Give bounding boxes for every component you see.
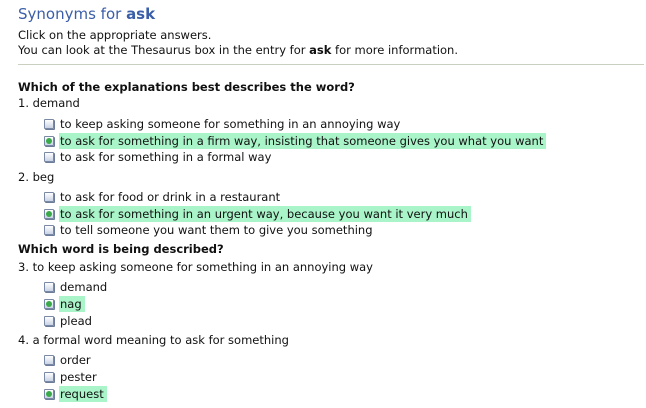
answer-option[interactable]: demand [44,279,110,295]
answer-option-label[interactable]: to ask for something in a firm way, insi… [59,133,547,149]
checkbox-unchecked-icon[interactable] [44,316,54,326]
answer-option-label[interactable]: request [59,386,107,402]
instruction-text: Click on the appropriate answers. [18,28,212,42]
answer-option[interactable]: request [44,386,107,402]
checkbox-unchecked-icon[interactable] [44,152,54,162]
checkbox-checked-icon[interactable] [44,299,54,309]
checkbox-unchecked-icon[interactable] [44,372,54,382]
info-prefix: You can look at the Thesaurus box in the… [18,43,310,57]
answer-option[interactable]: to ask for food or drink in a restaurant [44,189,283,205]
answer-option[interactable]: pester [44,369,100,385]
info-suffix: for more information. [331,43,459,57]
answer-option-label[interactable]: demand [59,279,110,295]
answer-option[interactable]: nag [44,296,85,312]
section-heading-explanations: Which of the explanations best describes… [18,80,355,94]
question-prompt-1: 1. demand [18,96,80,110]
checkbox-unchecked-icon[interactable] [44,225,54,235]
answer-option-label[interactable]: to keep asking someone for something in … [59,116,403,132]
question-prompt-3: 3. to keep asking someone for something … [18,260,373,274]
answer-option-label[interactable]: to ask for something in an urgent way, b… [59,206,471,222]
checkbox-unchecked-icon[interactable] [44,119,54,129]
checkbox-checked-icon[interactable] [44,209,54,219]
page-title: Synonyms for ask [18,5,155,23]
answer-option-label[interactable]: pester [59,369,100,385]
checkbox-unchecked-icon[interactable] [44,282,54,292]
answer-option[interactable]: plead [44,313,95,329]
answer-option-label[interactable]: to ask for food or drink in a restaurant [59,189,283,205]
answer-option[interactable]: order [44,352,94,368]
answer-option-label[interactable]: order [59,352,94,368]
answer-option-label[interactable]: to tell someone you want them to give yo… [59,222,376,238]
question-prompt-4: 4. a formal word meaning to ask for some… [18,333,289,347]
answer-option[interactable]: to keep asking someone for something in … [44,116,403,132]
question-prompt-2: 2. beg [18,170,55,184]
exercise-page: Synonyms for ask Click on the appropriat… [0,0,646,408]
info-word: ask [309,43,332,57]
section-heading-words: Which word is being described? [18,242,224,256]
answer-option[interactable]: to ask for something in a formal way [44,149,274,165]
answer-option[interactable]: to ask for something in a firm way, insi… [44,133,547,149]
answer-option[interactable]: to tell someone you want them to give yo… [44,222,376,238]
answer-option[interactable]: to ask for something in an urgent way, b… [44,206,471,222]
info-text: You can look at the Thesaurus box in the… [18,42,458,58]
page-title-word: ask [126,5,156,23]
page-title-prefix: Synonyms for [18,5,127,23]
divider [18,64,644,65]
answer-option-label[interactable]: nag [59,296,85,312]
checkbox-unchecked-icon[interactable] [44,355,54,365]
checkbox-unchecked-icon[interactable] [44,192,54,202]
checkbox-checked-icon[interactable] [44,136,54,146]
answer-option-label[interactable]: to ask for something in a formal way [59,149,274,165]
checkbox-checked-icon[interactable] [44,389,54,399]
answer-option-label[interactable]: plead [59,313,95,329]
